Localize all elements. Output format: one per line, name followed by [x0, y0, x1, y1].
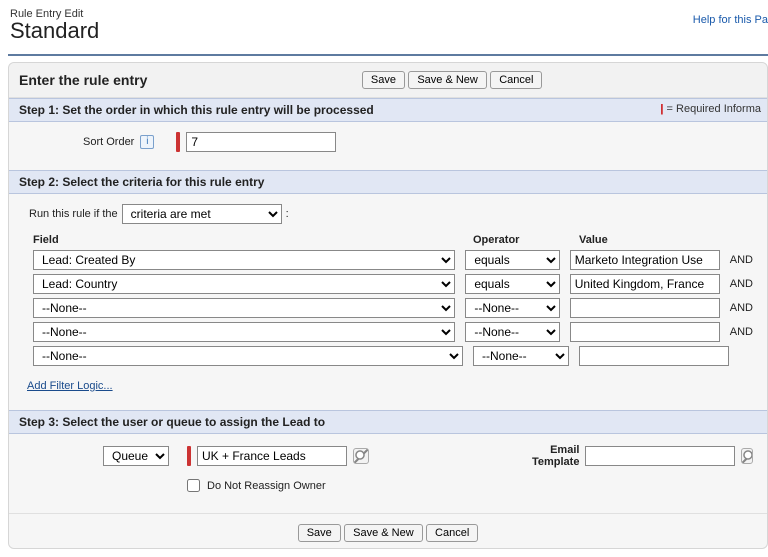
save-new-button[interactable]: Save & New — [344, 524, 423, 542]
step1-header: Step 1: Set the order in which this rule… — [9, 98, 767, 122]
run-rule-select[interactable]: criteria are met — [122, 204, 282, 224]
field-select[interactable]: --None-- — [33, 298, 455, 318]
value-input[interactable] — [570, 298, 720, 318]
help-link[interactable]: Help for this Pa — [693, 14, 768, 26]
add-filter-logic-link[interactable]: Add Filter Logic... — [27, 380, 113, 392]
col-field: Field — [33, 234, 463, 246]
col-operator: Operator — [473, 234, 569, 246]
field-select[interactable]: --None-- — [33, 346, 463, 366]
required-marker-icon — [187, 446, 191, 466]
value-input[interactable] — [570, 274, 720, 294]
assignee-input[interactable] — [197, 446, 347, 466]
sort-order-label: Sort Order — [83, 136, 134, 148]
operator-select[interactable]: equals — [465, 250, 559, 270]
and-label: AND — [730, 302, 753, 314]
value-input[interactable] — [570, 322, 720, 342]
operator-select[interactable]: --None-- — [473, 346, 569, 366]
save-new-button[interactable]: Save & New — [408, 71, 487, 89]
criteria-row: --None-- --None-- AND — [23, 296, 753, 320]
and-label: AND — [730, 254, 753, 266]
operator-select[interactable]: equals — [465, 274, 559, 294]
info-icon[interactable]: i — [140, 135, 154, 149]
required-info: | = Required Informa — [660, 103, 761, 115]
save-button[interactable]: Save — [362, 71, 405, 89]
and-label: AND — [730, 278, 753, 290]
assignee-type-select[interactable]: Queue — [103, 446, 169, 466]
field-select[interactable]: Lead: Country — [33, 274, 455, 294]
cancel-button[interactable]: Cancel — [426, 524, 478, 542]
run-rule-label-pre: Run this rule if the — [29, 208, 118, 220]
field-select[interactable]: Lead: Created By — [33, 250, 455, 270]
sort-order-input[interactable] — [186, 132, 336, 152]
lookup-icon[interactable] — [353, 448, 369, 464]
email-template-input[interactable] — [585, 446, 735, 466]
step2-header: Step 2: Select the criteria for this rul… — [9, 170, 767, 194]
criteria-row: Lead: Country equals AND — [23, 272, 753, 296]
page-title: Standard — [10, 18, 764, 44]
lookup-icon[interactable] — [741, 448, 753, 464]
criteria-row: --None-- --None-- AND — [23, 320, 753, 344]
field-select[interactable]: --None-- — [33, 322, 455, 342]
operator-select[interactable]: --None-- — [465, 298, 559, 318]
required-marker-icon — [176, 132, 180, 152]
step3-header: Step 3: Select the user or queue to assi… — [9, 410, 767, 434]
criteria-row: Lead: Created By equals AND — [23, 248, 753, 272]
cancel-button[interactable]: Cancel — [490, 71, 542, 89]
rule-entry-panel: Enter the rule entry Save Save & New Can… — [8, 62, 768, 549]
run-rule-label-post: : — [286, 208, 289, 220]
email-template-label: Email Template — [525, 444, 579, 468]
panel-title: Enter the rule entry — [19, 72, 147, 88]
do-not-reassign-checkbox[interactable] — [187, 479, 200, 492]
operator-select[interactable]: --None-- — [465, 322, 559, 342]
col-value: Value — [579, 234, 729, 246]
criteria-row: --None-- --None-- — [23, 344, 753, 368]
value-input[interactable] — [570, 250, 720, 270]
and-label: AND — [730, 326, 753, 338]
do-not-reassign-label: Do Not Reassign Owner — [207, 480, 326, 492]
value-input[interactable] — [579, 346, 729, 366]
save-button[interactable]: Save — [298, 524, 341, 542]
